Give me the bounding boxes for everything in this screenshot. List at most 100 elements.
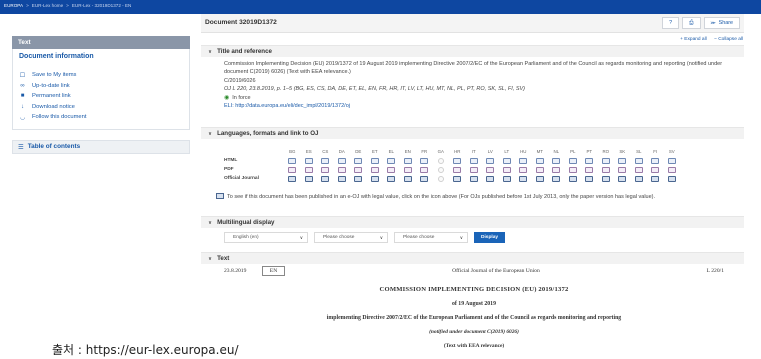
collapse-all-link[interactable]: − Collapse all [714, 37, 743, 42]
eli-link[interactable]: ELI: http://data.europa.eu/eli/dec_impl/… [224, 102, 724, 110]
html-link-hu[interactable] [515, 157, 532, 164]
oj-link-de[interactable] [350, 175, 367, 182]
pdf-link-sl[interactable] [631, 166, 648, 173]
sidebar-tab-text[interactable]: Text [12, 36, 190, 49]
oj-link-hr[interactable] [449, 175, 466, 182]
oj-link-it[interactable] [466, 175, 483, 182]
pdf-link-fi[interactable] [647, 166, 664, 173]
html-link-it[interactable] [466, 157, 483, 164]
html-link-es[interactable] [301, 157, 318, 164]
decision-title: COMMISSION IMPLEMENTING DECISION (EU) 20… [379, 286, 569, 293]
html-link-en[interactable] [400, 157, 417, 164]
oj-link-sk[interactable] [614, 175, 631, 182]
pdf-link-pl[interactable] [565, 166, 582, 173]
html-link-pl[interactable] [565, 157, 582, 164]
oj-link-fi[interactable] [647, 175, 664, 182]
html-link-bg[interactable] [284, 157, 301, 164]
pdf-link-nl[interactable] [548, 166, 565, 173]
html-link-sv[interactable] [664, 157, 681, 164]
pdf-link-es[interactable] [301, 166, 318, 173]
print-button[interactable]: ⎙ [682, 17, 701, 29]
language-code: NL [553, 149, 560, 154]
oj-link-pt[interactable] [581, 175, 598, 182]
language-select-2[interactable]: Please choose ∨ [314, 232, 388, 243]
html-link-fr[interactable] [416, 157, 433, 164]
chevron-down-icon: ∨ [208, 219, 213, 226]
section-multilingual-display[interactable]: ∨ Multilingual display [201, 216, 744, 228]
oj-link-en[interactable] [400, 175, 417, 182]
oj-link-sl[interactable] [631, 175, 648, 182]
html-link-pt[interactable] [581, 157, 598, 164]
pdf-link-hu[interactable] [515, 166, 532, 173]
pdf-link-fr[interactable] [416, 166, 433, 173]
html-link-fi[interactable] [647, 157, 664, 164]
oj-reference: OJ L 220, 23.8.2019, p. 1–5 (BG, ES, CS,… [224, 86, 525, 93]
oj-link-es[interactable] [301, 175, 318, 182]
pdf-link-bg[interactable] [284, 166, 301, 173]
oj-link-sv[interactable] [664, 175, 681, 182]
pdf-link-hr[interactable] [449, 166, 466, 173]
html-link-sl[interactable] [631, 157, 648, 164]
pdf-link-lt[interactable] [499, 166, 516, 173]
oj-link-mt[interactable] [532, 175, 549, 182]
oj-link-el[interactable] [383, 175, 400, 182]
pdf-link-lv[interactable] [482, 166, 499, 173]
pdf-link-el[interactable] [383, 166, 400, 173]
html-link-de[interactable] [350, 157, 367, 164]
oj-link-hu[interactable] [515, 175, 532, 182]
html-link-el[interactable] [383, 157, 400, 164]
help-button[interactable]: ? [662, 17, 680, 29]
language-select-1[interactable]: English (en) ∨ [224, 232, 308, 243]
oj-page-ref: L 220/1 [706, 268, 724, 274]
table-of-contents-button[interactable]: ☰ Table of contents [12, 139, 190, 154]
expand-all-link[interactable]: + Expand all [680, 37, 707, 42]
html-link-nl[interactable] [548, 157, 565, 164]
html-link-lt[interactable] [499, 157, 516, 164]
oj-link-da[interactable] [334, 175, 351, 182]
html-link-da[interactable] [334, 157, 351, 164]
language-select-3[interactable]: Please choose ∨ [394, 232, 468, 243]
oj-link-bg[interactable] [284, 175, 301, 182]
oj-link-ro[interactable] [598, 175, 615, 182]
sidebar-link-follow[interactable]: ◡ Follow this document [19, 112, 183, 123]
pdf-link-sk[interactable] [614, 166, 631, 173]
pdf-link-en[interactable] [400, 166, 417, 173]
section-text[interactable]: ∨ Text [201, 252, 744, 264]
oj-link-pl[interactable] [565, 175, 582, 182]
pdf-link-it[interactable] [466, 166, 483, 173]
pdf-link-et[interactable] [367, 166, 384, 173]
oj-link-nl[interactable] [548, 175, 565, 182]
pdf-link-pt[interactable] [581, 166, 598, 173]
display-button[interactable]: Display [474, 232, 506, 243]
oj-link-et[interactable] [367, 175, 384, 182]
html-link-ro[interactable] [598, 157, 615, 164]
html-link-lv[interactable] [482, 157, 499, 164]
html-file-icon [304, 157, 313, 164]
sidebar-link-permanent[interactable]: ■ Permanent link [19, 91, 183, 102]
oj-link-lt[interactable] [499, 175, 516, 182]
oj-file-icon [288, 175, 297, 182]
section-languages-formats[interactable]: ∨ Languages, formats and link to OJ [201, 127, 744, 139]
pdf-link-ro[interactable] [598, 166, 615, 173]
pdf-link-de[interactable] [350, 166, 367, 173]
pdf-link-sv[interactable] [664, 166, 681, 173]
breadcrumb-europa[interactable]: EUROPA [4, 3, 23, 8]
html-link-sk[interactable] [614, 157, 631, 164]
pdf-link-cs[interactable] [317, 166, 334, 173]
oj-link-lv[interactable] [482, 175, 499, 182]
pdf-link-da[interactable] [334, 166, 351, 173]
language-code: ET [371, 149, 378, 154]
html-link-et[interactable] [367, 157, 384, 164]
sidebar-link-save-to-my-items[interactable]: ☐ Save to My items [19, 70, 183, 81]
pdf-link-mt[interactable] [532, 166, 549, 173]
section-title-and-reference[interactable]: ∨ Title and reference [201, 45, 744, 57]
oj-link-cs[interactable] [317, 175, 334, 182]
oj-link-fr[interactable] [416, 175, 433, 182]
html-link-mt[interactable] [532, 157, 549, 164]
sidebar-link-download-notice[interactable]: ↓ Download notice [19, 102, 183, 113]
share-button[interactable]: ⪼ Share [703, 17, 740, 29]
breadcrumb-eurlex-home[interactable]: EUR-Lex home [32, 3, 63, 8]
sidebar-link-up-to-date[interactable]: ∞ Up-to-date link [19, 81, 183, 92]
html-link-cs[interactable] [317, 157, 334, 164]
html-link-hr[interactable] [449, 157, 466, 164]
